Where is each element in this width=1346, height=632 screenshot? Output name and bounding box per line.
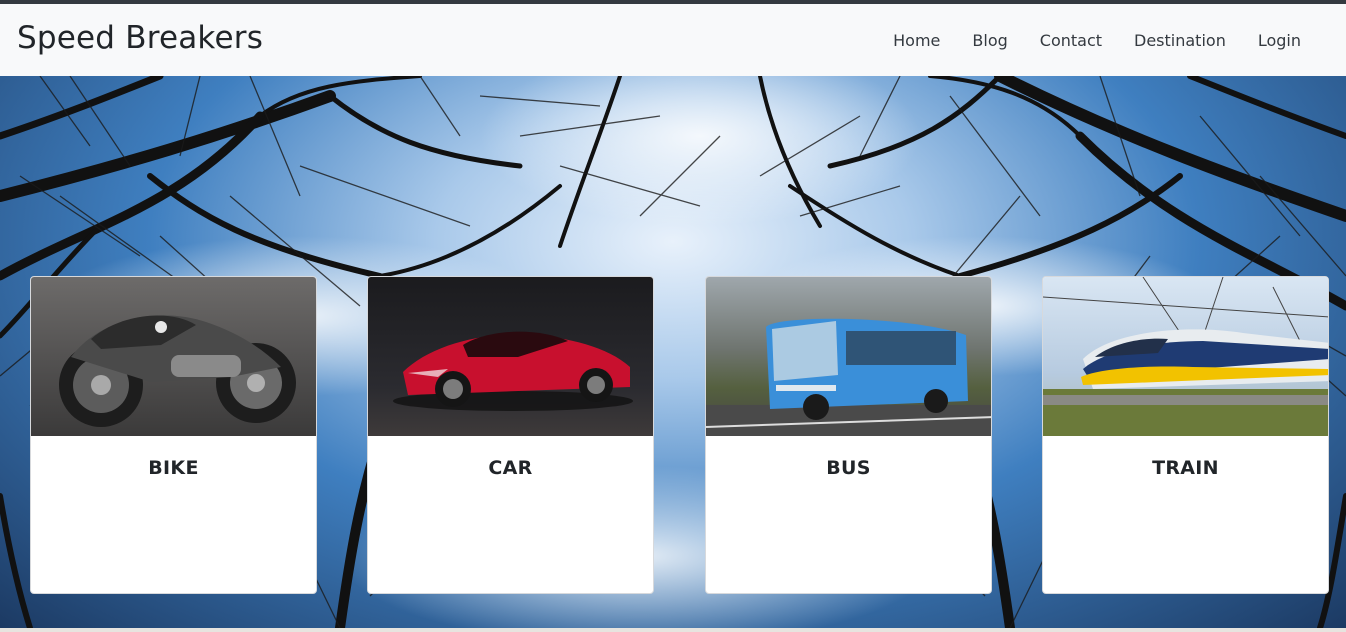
nav-link-login[interactable]: Login [1258,31,1301,50]
nav-link-blog[interactable]: Blog [972,31,1007,50]
bike-image [31,277,316,436]
card-car[interactable]: CAR [367,276,654,594]
brand-logo[interactable]: Speed Breakers [17,18,263,58]
train-image [1043,277,1328,436]
card-title-bus: BUS [826,457,871,479]
bus-image [706,277,991,436]
card-bike[interactable]: BIKE [30,276,317,594]
card-title-bike: BIKE [148,457,199,479]
card-train[interactable]: TRAIN [1042,276,1329,594]
hero-background: BIKE CAR BUS TRAIN [0,76,1346,628]
navbar: Speed Breakers Home Blog Contact Destina… [0,4,1346,76]
nav-link-home[interactable]: Home [893,31,940,50]
card-title-car: CAR [488,457,533,479]
nav-link-contact[interactable]: Contact [1040,31,1102,50]
nav-links: Home Blog Contact Destination Login [861,4,1301,76]
bottom-border [0,628,1346,632]
card-title-train: TRAIN [1152,457,1219,479]
card-bus[interactable]: BUS [705,276,992,594]
car-image [368,277,653,436]
nav-link-destination[interactable]: Destination [1134,31,1226,50]
